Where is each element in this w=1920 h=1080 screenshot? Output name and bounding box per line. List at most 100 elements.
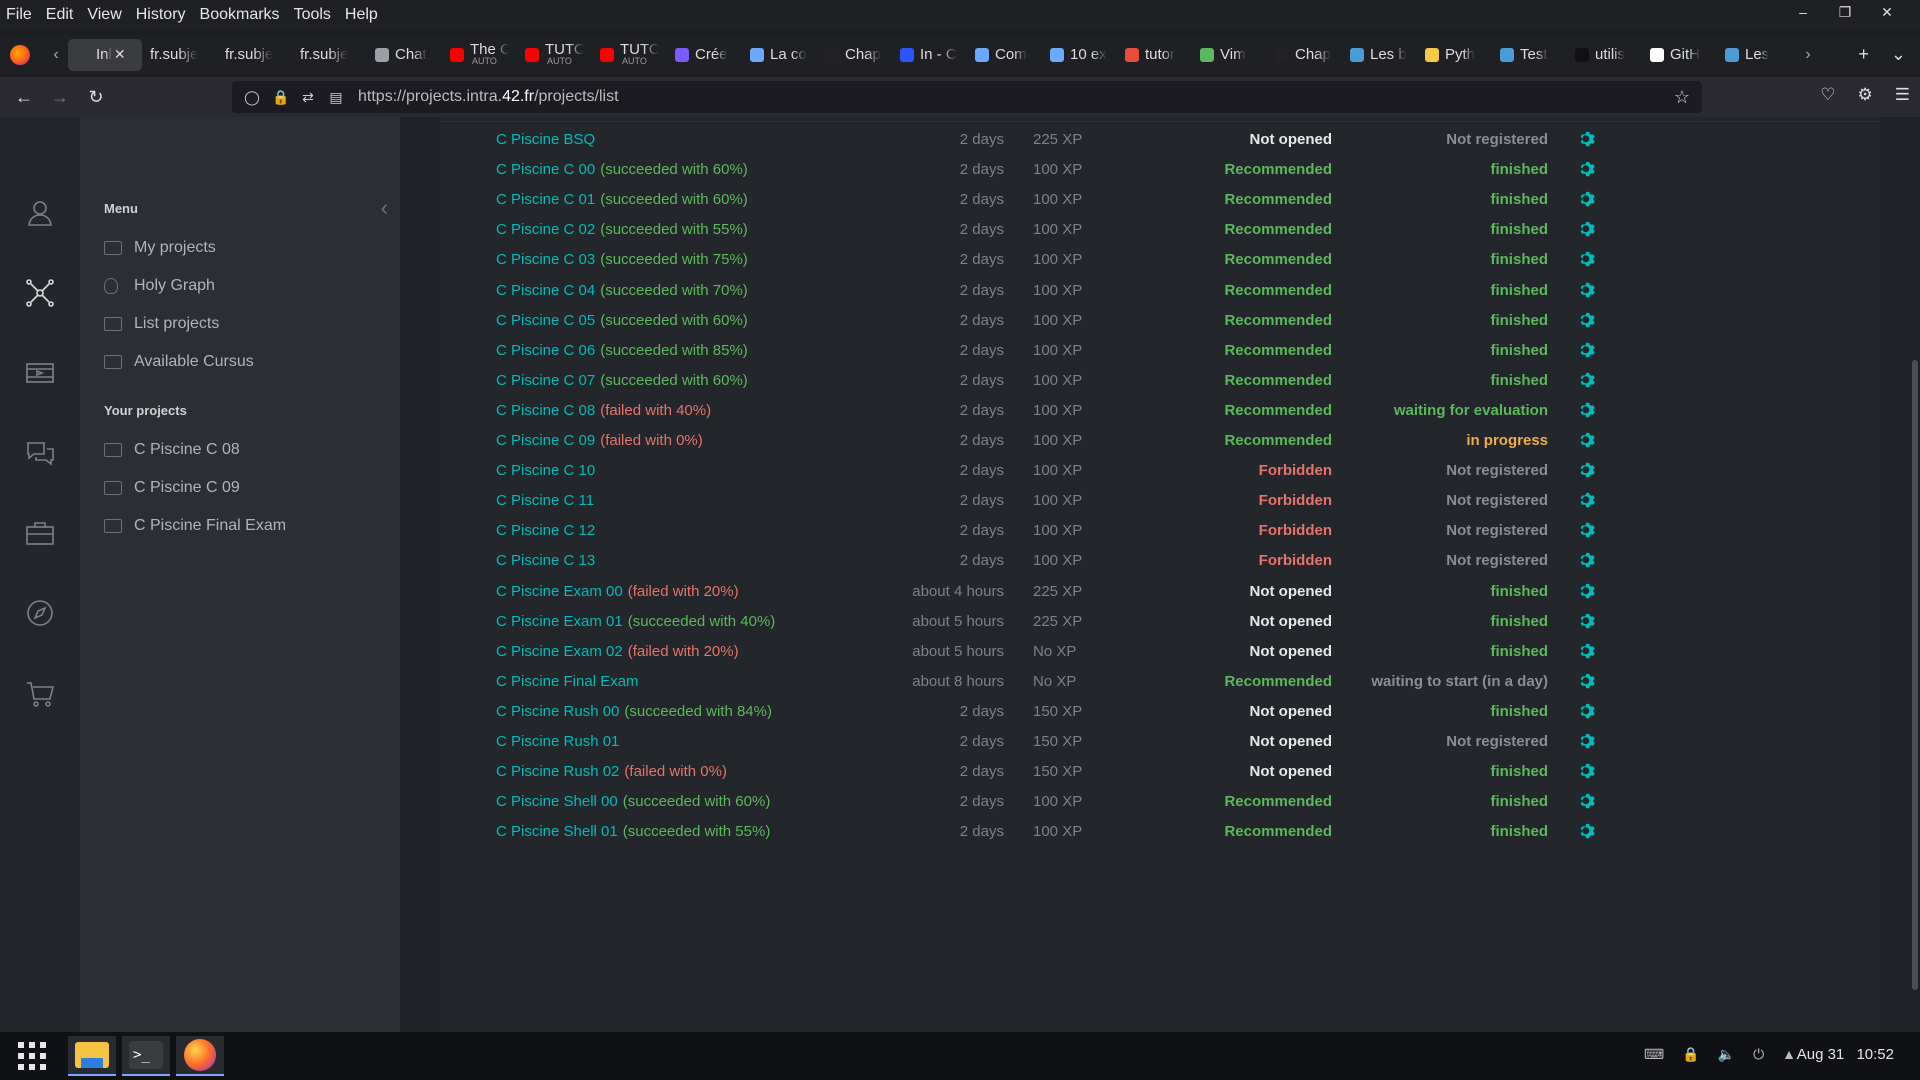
tab[interactable]: fr.subje	[217, 39, 292, 71]
gear-icon[interactable]	[1577, 370, 1597, 390]
menu-item-holy-graph[interactable]: Holy Graph	[104, 277, 215, 295]
shield-icon[interactable]: ◯	[244, 89, 260, 106]
tab[interactable]: Les	[1717, 39, 1792, 71]
forum-icon[interactable]	[24, 437, 56, 469]
tab[interactable]: Les b	[1342, 39, 1417, 71]
profile-icon[interactable]	[24, 197, 56, 229]
menu-item-my-projects[interactable]: My projects	[104, 239, 216, 257]
tab[interactable]: TUTO AUTO	[517, 39, 592, 71]
tab[interactable]: Crée	[667, 39, 742, 71]
app-menu-icon[interactable]: ☰	[1895, 85, 1910, 105]
tab[interactable]: Vim	[1192, 39, 1267, 71]
gear-icon[interactable]	[1577, 761, 1597, 781]
gear-icon[interactable]	[1577, 641, 1597, 661]
file-manager-icon[interactable]	[68, 1036, 116, 1076]
gear-icon[interactable]	[1577, 340, 1597, 360]
gear-icon[interactable]	[1577, 280, 1597, 300]
your-project-item[interactable]: C Piscine C 09	[104, 479, 240, 497]
gear-icon[interactable]	[1577, 671, 1597, 691]
extensions-icon[interactable]: ⚙	[1858, 85, 1873, 105]
tab[interactable]: La co	[742, 39, 817, 71]
menu-tools[interactable]: Tools	[294, 6, 331, 24]
project-link[interactable]: C Piscine Final Exam	[496, 673, 639, 690]
elearning-icon[interactable]	[24, 357, 56, 389]
bookmark-star-icon[interactable]: ☆	[1674, 87, 1690, 108]
tab[interactable]: Test	[1492, 39, 1567, 71]
tab[interactable]: Chap	[817, 39, 892, 71]
tab[interactable]: The C AUTO	[442, 39, 517, 71]
keyboard-icon[interactable]: ⌨	[1644, 1046, 1664, 1063]
permissions-icon[interactable]: ⇄	[300, 89, 316, 106]
project-link[interactable]: C Piscine C 03 (succeeded with 75%)	[496, 251, 748, 268]
compass-icon[interactable]	[24, 597, 56, 629]
tab[interactable]: tutor	[1117, 39, 1192, 71]
power-icon[interactable]: ⏻	[1753, 1046, 1764, 1063]
terminal-icon[interactable]: >_	[122, 1036, 170, 1076]
collapse-menu-icon[interactable]: ‹	[381, 195, 388, 221]
holy-graph-icon[interactable]	[24, 277, 56, 309]
gear-icon[interactable]	[1577, 219, 1597, 239]
menu-item-available-cursus[interactable]: Available Cursus	[104, 353, 254, 371]
gear-icon[interactable]	[1577, 520, 1597, 540]
gear-icon[interactable]	[1577, 460, 1597, 480]
gear-icon[interactable]	[1577, 400, 1597, 420]
menu-help[interactable]: Help	[345, 6, 378, 24]
gear-icon[interactable]	[1577, 129, 1597, 149]
tab[interactable]: fr.subje	[292, 39, 367, 71]
project-link[interactable]: C Piscine C 04 (succeeded with 70%)	[496, 282, 748, 299]
project-link[interactable]: C Piscine Shell 01 (succeeded with 55%)	[496, 823, 770, 840]
gear-icon[interactable]	[1577, 550, 1597, 570]
lock-icon[interactable]: 🔒	[272, 89, 289, 106]
gear-icon[interactable]	[1577, 791, 1597, 811]
gear-icon[interactable]	[1577, 189, 1597, 209]
tab-active[interactable]: Inl ✕	[68, 38, 142, 71]
tab[interactable]: Chap	[1267, 39, 1342, 71]
url-text[interactable]: https://projects.intra.42.fr/projects/li…	[358, 88, 619, 106]
project-link[interactable]: C Piscine C 05 (succeeded with 60%)	[496, 312, 748, 329]
project-link[interactable]: C Piscine C 01 (succeeded with 60%)	[496, 191, 748, 208]
tab[interactable]: GitH	[1642, 39, 1717, 71]
tab-scroll-left-icon[interactable]: ‹	[44, 46, 68, 64]
gear-icon[interactable]	[1577, 611, 1597, 631]
forward-icon[interactable]: →	[42, 87, 78, 108]
your-project-item[interactable]: C Piscine Final Exam	[104, 517, 286, 535]
shop-cart-icon[interactable]	[24, 677, 56, 709]
companies-icon[interactable]	[24, 517, 56, 549]
tab[interactable]: Chat	[367, 39, 442, 71]
gear-icon[interactable]	[1577, 430, 1597, 450]
project-link[interactable]: C Piscine C 06 (succeeded with 85%)	[496, 342, 748, 359]
project-link[interactable]: C Piscine Exam 01 (succeeded with 40%)	[496, 613, 775, 630]
menu-file[interactable]: File	[6, 6, 32, 24]
address-bar[interactable]: ◯ 🔒 ⇄ ▤ https://projects.intra.42.fr/pro…	[232, 81, 1702, 113]
menu-view[interactable]: View	[87, 6, 121, 24]
gear-icon[interactable]	[1577, 310, 1597, 330]
pocket-icon[interactable]: ♡	[1820, 85, 1835, 105]
menu-bookmarks[interactable]: Bookmarks	[200, 6, 280, 24]
page-scrollbar[interactable]	[1912, 360, 1918, 990]
reload-icon[interactable]: ↻	[78, 87, 114, 108]
menu-item-list-projects[interactable]: List projects	[104, 315, 219, 333]
gear-icon[interactable]	[1577, 581, 1597, 601]
project-link[interactable]: C Piscine BSQ	[496, 131, 595, 148]
project-link[interactable]: C Piscine Exam 02 (failed with 20%)	[496, 643, 739, 660]
tab[interactable]: Pyth	[1417, 39, 1492, 71]
menu-edit[interactable]: Edit	[46, 6, 74, 24]
project-link[interactable]: C Piscine C 10	[496, 462, 595, 479]
tab[interactable]: TUTO AUTO	[592, 39, 667, 71]
lock-screen-icon[interactable]: 🔒	[1682, 1046, 1699, 1063]
project-link[interactable]: C Piscine C 12	[496, 522, 595, 539]
project-link[interactable]: C Piscine C 09 (failed with 0%)	[496, 432, 703, 449]
gear-icon[interactable]	[1577, 249, 1597, 269]
tab[interactable]: utilis	[1567, 39, 1642, 71]
gear-icon[interactable]	[1577, 731, 1597, 751]
gear-icon[interactable]	[1577, 490, 1597, 510]
project-link[interactable]: C Piscine C 00 (succeeded with 60%)	[496, 161, 748, 178]
project-link[interactable]: C Piscine C 11	[496, 492, 594, 509]
close-window-icon[interactable]: ✕	[1880, 4, 1894, 21]
project-link[interactable]: C Piscine Rush 01	[496, 733, 619, 750]
reader-icon[interactable]: ▤	[328, 89, 344, 106]
list-tabs-icon[interactable]: ⌄	[1891, 44, 1906, 65]
project-link[interactable]: C Piscine C 07 (succeeded with 60%)	[496, 372, 748, 389]
project-link[interactable]: C Piscine Rush 02 (failed with 0%)	[496, 763, 727, 780]
gear-icon[interactable]	[1577, 701, 1597, 721]
